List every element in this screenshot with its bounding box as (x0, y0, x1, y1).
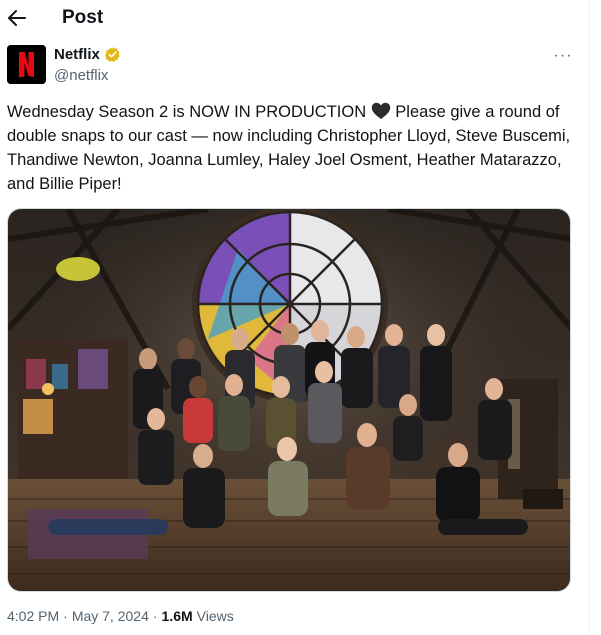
more-options-button[interactable]: ··· (553, 46, 573, 66)
back-button[interactable] (6, 6, 28, 30)
views-label: Views (196, 608, 234, 624)
meta-separator: · (63, 608, 68, 624)
avatar[interactable] (7, 45, 46, 84)
post-date[interactable]: May 7, 2024 (72, 608, 149, 624)
photo-icon (8, 209, 570, 591)
verified-badge-icon[interactable] (104, 46, 121, 63)
author-name-row: Netflix (54, 46, 121, 63)
meta-separator-2: · (152, 608, 158, 624)
column-border (589, 0, 601, 635)
black-heart-icon (371, 102, 390, 119)
arrow-left-icon (8, 10, 26, 26)
author-handle[interactable]: @netflix (54, 67, 108, 84)
author-name[interactable]: Netflix (54, 46, 100, 63)
post-time[interactable]: 4:02 PM (7, 608, 59, 624)
more-horizontal-icon: ··· (553, 47, 573, 64)
tweet-meta: 4:02 PM · May 7, 2024 · 1.6M Views (7, 608, 234, 624)
views-count: 1.6M (161, 608, 193, 624)
page-header: Post (0, 0, 588, 38)
netflix-logo-icon (7, 45, 46, 84)
page-title: Post (62, 7, 104, 28)
tweet-photo[interactable] (7, 208, 571, 592)
tweet-text: Wednesday Season 2 is NOW IN PRODUCTION … (7, 100, 582, 196)
tweet-text-part-1: Wednesday Season 2 is NOW IN PRODUCTION (7, 103, 371, 121)
